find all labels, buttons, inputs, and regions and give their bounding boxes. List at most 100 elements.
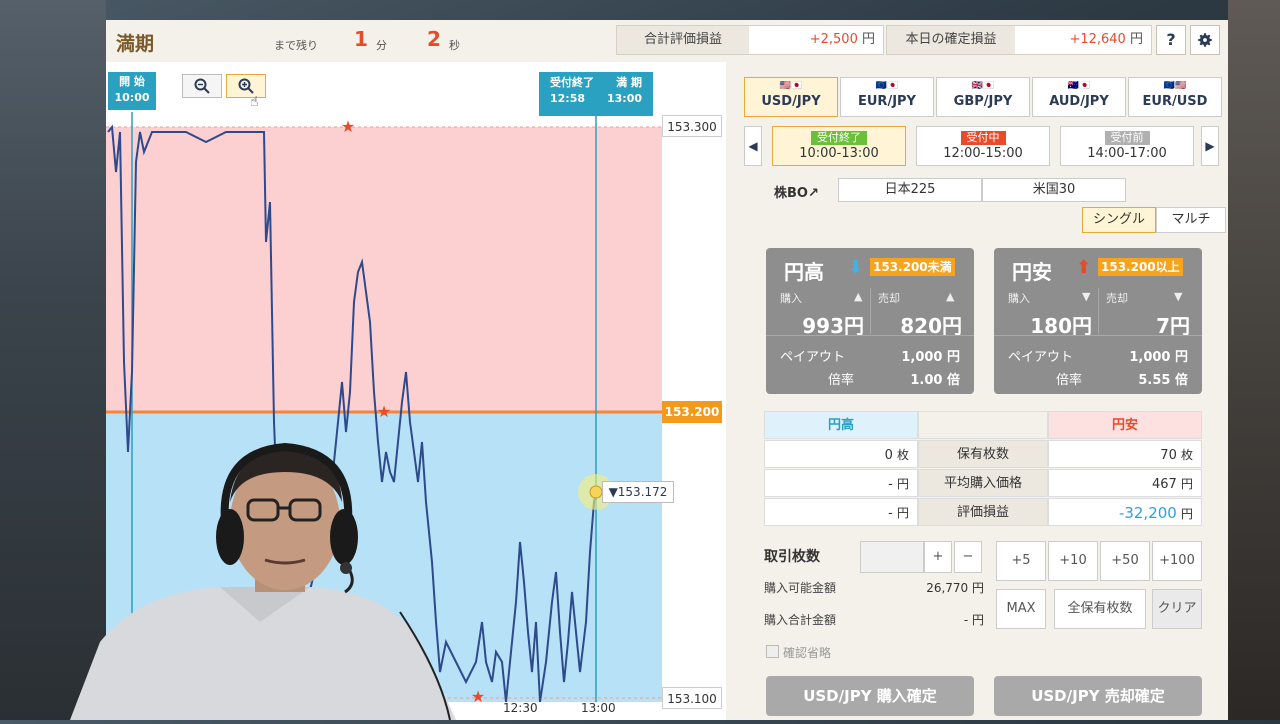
lower-price-label: 153.100: [662, 687, 722, 709]
slot-status-badge: 受付中: [960, 131, 1006, 145]
stock-us30-button[interactable]: 米国30: [982, 178, 1126, 202]
webcam-overlay: [60, 442, 456, 721]
pair-tab-aud-jpy[interactable]: 🇦🇺🇯🇵 AUD/JPY: [1032, 77, 1126, 117]
available-label: 購入可能金額: [764, 581, 837, 595]
flag-icon: 🇬🇧🇯🇵: [971, 81, 995, 91]
up-triangle-icon: ▲: [854, 290, 863, 303]
time-slot-2[interactable]: 受付中 12:00-15:00: [916, 126, 1050, 166]
pair-tab-eur-jpy[interactable]: 🇪🇺🇯🇵 EUR/JPY: [840, 77, 934, 117]
low-condition: 153.200以上: [1098, 258, 1183, 276]
holdings-low-value: -32,200 円: [1048, 498, 1202, 526]
holdings-header-blank: [918, 411, 1048, 439]
slot-status-badge: 受付前: [1104, 131, 1150, 145]
today-pl-value: +12,640 円: [1069, 32, 1143, 47]
minutes-unit: 分: [376, 39, 387, 52]
skip-confirm-checkbox[interactable]: 確認省略: [766, 644, 831, 661]
expiry-tag: 受付終了満 期 12:58 13:00: [539, 72, 653, 116]
total-pl-value: +2,500 円: [809, 32, 875, 47]
sell-confirm-button[interactable]: USD/JPY 売却確定: [994, 676, 1202, 716]
zoom-in-icon: [238, 78, 254, 94]
all-held-button[interactable]: 全保有枚数: [1054, 589, 1146, 629]
max-button[interactable]: MAX: [996, 589, 1046, 629]
holdings-high-value: - 円: [764, 469, 918, 497]
total-pl-box: 合計評価損益 +2,500 円: [616, 25, 884, 55]
pair-tab-label: GBP/JPY: [953, 94, 1013, 109]
holdings-col-low: 円安: [1048, 411, 1202, 439]
help-button[interactable]: ?: [1156, 25, 1186, 55]
qty-minus-button[interactable]: −: [954, 541, 982, 573]
today-pl-label: 本日の確定損益: [887, 26, 1015, 54]
divider: [870, 288, 871, 334]
sell-label: 売却: [878, 292, 900, 305]
low-payout: 1,000 円: [1129, 350, 1188, 365]
slot-next-button[interactable]: ▶: [1201, 126, 1219, 166]
stock-nikkei-button[interactable]: 日本225: [838, 178, 982, 202]
high-option-box[interactable]: 円高 ⬇ 153.200未満 購入 ▲ 売却 ▲ 993円 820円 ペイアウト…: [766, 248, 974, 394]
qty-plus50-button[interactable]: +50: [1100, 541, 1150, 581]
holdings-row-label: 保有枚数: [918, 440, 1048, 468]
flag-icon: 🇺🇸🇯🇵: [779, 81, 803, 91]
minutes-value: 1: [354, 27, 368, 51]
qty-plus10-button[interactable]: +10: [1048, 541, 1098, 581]
pair-tab-gbp-jpy[interactable]: 🇬🇧🇯🇵 GBP/JPY: [936, 77, 1030, 117]
holdings-row-label: 平均購入価格: [918, 469, 1048, 497]
high-payout: 1,000 円: [901, 350, 960, 365]
buy-label: 購入: [1008, 292, 1030, 305]
zoom-out-button[interactable]: [182, 74, 222, 98]
x-tick: 13:00: [581, 701, 616, 715]
up-zone: [106, 127, 662, 412]
holdings-high-value: 0 枚: [764, 440, 918, 468]
x-tick: 12:30: [503, 701, 538, 715]
low-option-box[interactable]: 円安 ⬆ 153.200以上 購入 ▼ 売却 ▼ 180円 7円 ペイアウト 1…: [994, 248, 1202, 394]
qty-plus-button[interactable]: +: [924, 541, 952, 573]
target-price-label: 153.200: [662, 401, 722, 423]
slot-prev-button[interactable]: ◀: [744, 126, 762, 166]
time-slot-3[interactable]: 受付前 14:00-17:00: [1060, 126, 1194, 166]
slot-time: 10:00-13:00: [799, 146, 879, 161]
total-label: 購入合計金額: [764, 613, 837, 627]
clear-button[interactable]: クリア: [1152, 589, 1202, 629]
buy-confirm-button[interactable]: USD/JPY 購入確定: [766, 676, 974, 716]
sell-label: 売却: [1106, 292, 1128, 305]
current-price-label: ▼153.172: [602, 481, 674, 503]
stock-bo-link[interactable]: 株BO↗: [774, 182, 819, 201]
zoom-out-icon: [194, 78, 210, 94]
gear-icon: [1198, 33, 1212, 47]
time-slot-1[interactable]: 受付終了 10:00-13:00: [772, 126, 906, 166]
pair-tab-label: EUR/USD: [1142, 94, 1208, 109]
down-triangle-icon: ▼: [1082, 290, 1091, 303]
payout-label: ペイアウト: [780, 350, 846, 365]
qty-label: 取引枚数: [764, 549, 820, 565]
divider: [766, 335, 974, 336]
upper-price-label: 153.300: [662, 115, 722, 137]
mode-multi-tab[interactable]: マルチ: [1156, 207, 1226, 233]
qty-plus100-button[interactable]: +100: [1152, 541, 1202, 581]
start-tag: 開 始 10:00: [108, 72, 156, 110]
buy-label: 購入: [780, 292, 802, 305]
pair-tab-usd-jpy[interactable]: 🇺🇸🇯🇵 USD/JPY: [744, 77, 838, 117]
slot-status-badge: 受付終了: [811, 131, 867, 145]
remaining-label: まで残り: [274, 39, 318, 52]
payout-label: ペイアウト: [1008, 350, 1074, 365]
star-marker: ★: [377, 402, 391, 421]
expiry-title: 満期: [116, 33, 155, 55]
pair-tab-eur-usd[interactable]: 🇪🇺🇺🇸 EUR/USD: [1128, 77, 1222, 117]
flag-icon: 🇦🇺🇯🇵: [1067, 81, 1091, 91]
rate-label: 倍率: [1056, 373, 1083, 388]
low-title: 円安: [1012, 260, 1052, 284]
header-bar: 満期 まで残り 1 分 2 秒 合計評価損益 +2,500 円 本日の確定損益 …: [106, 20, 1228, 62]
high-condition: 153.200未満: [870, 258, 955, 276]
total-pl-label: 合計評価損益: [617, 26, 749, 54]
chevron-left-icon: ◀: [748, 139, 758, 153]
mode-single-tab[interactable]: シングル: [1082, 207, 1156, 233]
settings-button[interactable]: [1190, 25, 1220, 55]
slot-time: 12:00-15:00: [943, 146, 1023, 161]
seconds-value: 2: [427, 27, 441, 51]
checkbox-icon: [766, 645, 779, 658]
qty-input[interactable]: [860, 541, 924, 573]
zoom-in-button[interactable]: [226, 74, 266, 98]
total-value: - 円: [963, 613, 984, 627]
qty-plus5-button[interactable]: +5: [996, 541, 1046, 581]
current-dot: [589, 485, 603, 499]
background-right: [1228, 0, 1280, 720]
